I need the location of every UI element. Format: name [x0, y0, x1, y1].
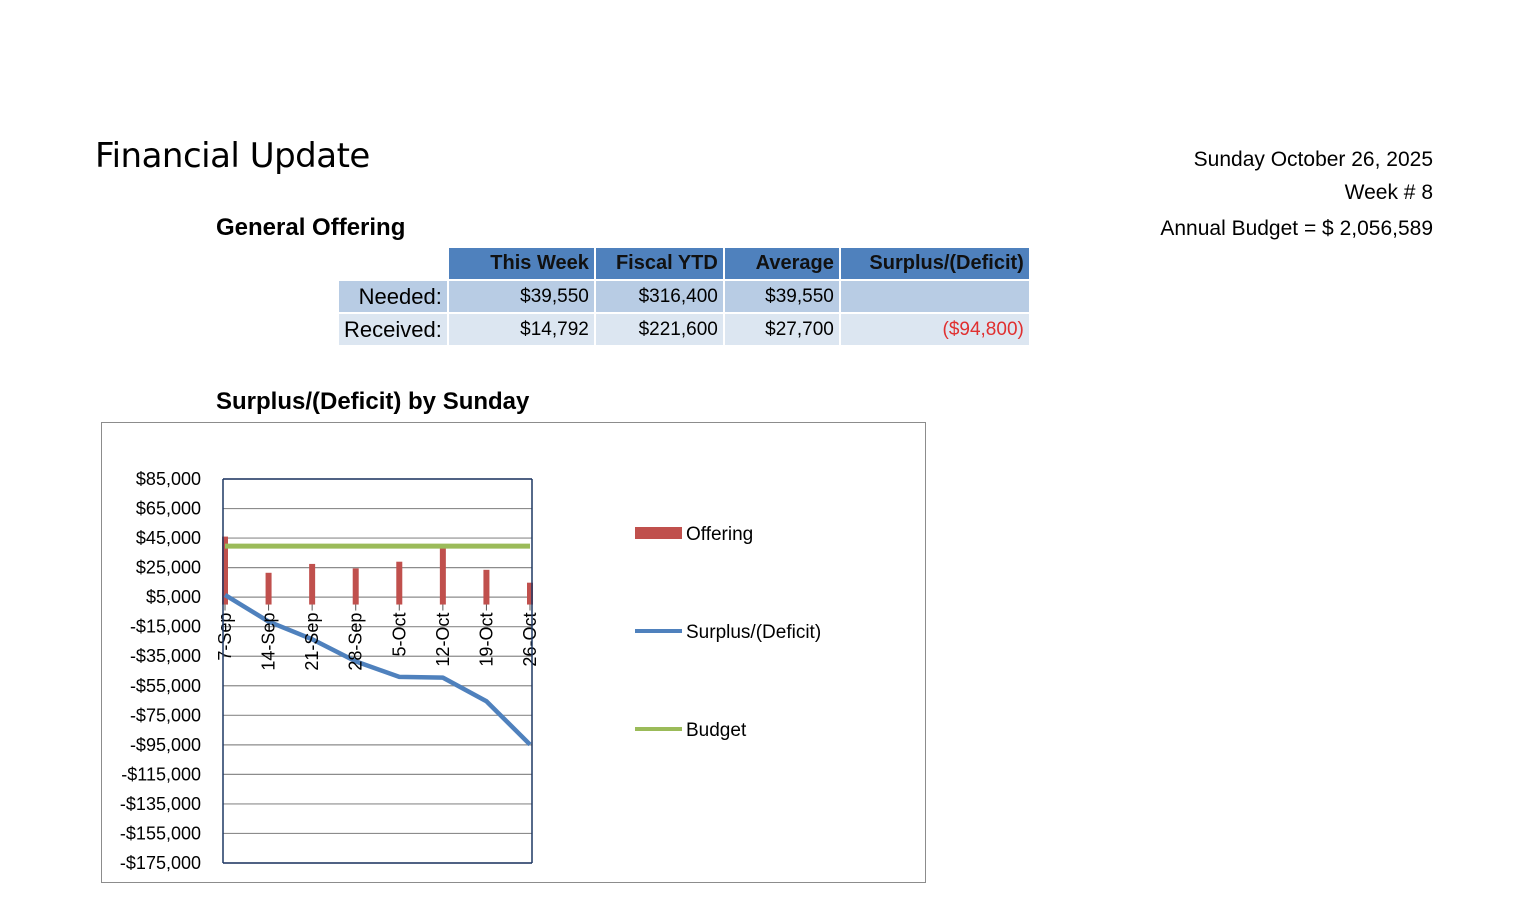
y-tick-label: $25,000	[136, 558, 201, 578]
x-tick-label: 12-Oct	[433, 613, 453, 667]
y-tick-label: -$95,000	[130, 735, 201, 755]
legend-label-offering: Offering	[686, 524, 753, 545]
table-row-needed: Needed: $39,550 $316,400 $39,550	[339, 281, 1029, 312]
chart-frame: -$175,000 -$155,000 -$135,000 -$115,000 -$95…	[101, 422, 926, 883]
week-number: Week # 8	[1344, 181, 1433, 204]
page-title: Financial Update	[95, 136, 370, 176]
x-tick-label: 28-Sep	[346, 613, 366, 671]
needed-this-week: $39,550	[448, 281, 594, 312]
y-tick-label: -$15,000	[130, 617, 201, 637]
annual-budget: Annual Budget = $ 2,056,589	[1160, 217, 1433, 240]
header-blank-cell	[339, 248, 447, 279]
legend-label-budget: Budget	[686, 720, 747, 741]
x-tick-label: 26-Oct	[520, 613, 540, 667]
x-tick-label: 21-Sep	[302, 613, 322, 671]
y-tick-label: -$135,000	[120, 794, 201, 814]
offering-bar	[352, 568, 359, 605]
y-tick-label: -$155,000	[120, 823, 201, 843]
col-header-surplus-deficit: Surplus/(Deficit)	[840, 248, 1029, 279]
y-tick-label: $65,000	[136, 499, 201, 519]
offering-bar	[265, 572, 272, 605]
chart-title: Surplus/(Deficit) by Sunday	[216, 388, 530, 415]
y-tick-label: -$55,000	[130, 676, 201, 696]
y-tick-label: -$175,000	[120, 853, 201, 873]
y-tick-label: -$35,000	[130, 646, 201, 666]
offering-bar	[439, 546, 446, 605]
report-date: Sunday October 26, 2025	[1193, 148, 1433, 171]
received-average: $27,700	[724, 314, 839, 345]
y-tick-label: -$75,000	[130, 705, 201, 725]
surplus-chart: -$175,000 -$155,000 -$135,000 -$115,000 -$95…	[120, 469, 821, 873]
x-tick-label: 7-Sep	[215, 613, 235, 661]
needed-surplus	[840, 281, 1029, 312]
y-tick-label: -$115,000	[121, 764, 201, 784]
received-surplus: ($94,800)	[840, 314, 1029, 345]
x-tick-label: 5-Oct	[389, 613, 409, 657]
offering-section-title: General Offering	[216, 214, 406, 241]
col-header-this-week: This Week	[448, 248, 594, 279]
y-tick-label: $45,000	[136, 528, 201, 548]
table-header-row: This Week Fiscal YTD Average Surplus/(De…	[339, 248, 1029, 279]
col-header-average: Average	[724, 248, 839, 279]
legend-label-surplus: Surplus/(Deficit)	[686, 622, 821, 643]
offering-bar	[309, 563, 316, 605]
y-tick-label: $5,000	[146, 587, 201, 607]
col-header-fiscal-ytd: Fiscal YTD	[595, 248, 723, 279]
offering-bar	[483, 569, 490, 605]
received-fiscal-ytd: $221,600	[595, 314, 723, 345]
needed-average: $39,550	[724, 281, 839, 312]
row-label-needed: Needed:	[339, 281, 447, 312]
offering-table: This Week Fiscal YTD Average Surplus/(De…	[337, 246, 1031, 347]
needed-fiscal-ytd: $316,400	[595, 281, 723, 312]
legend-swatch-offering	[635, 527, 682, 539]
table-row-received: Received: $14,792 $221,600 $27,700 ($94,…	[339, 314, 1029, 345]
x-tick-label: 19-Oct	[476, 613, 496, 667]
received-this-week: $14,792	[448, 314, 594, 345]
x-tick-label: 14-Sep	[259, 613, 279, 671]
y-tick-label: $85,000	[136, 469, 201, 489]
offering-bar	[396, 561, 403, 605]
row-label-received: Received:	[339, 314, 447, 345]
